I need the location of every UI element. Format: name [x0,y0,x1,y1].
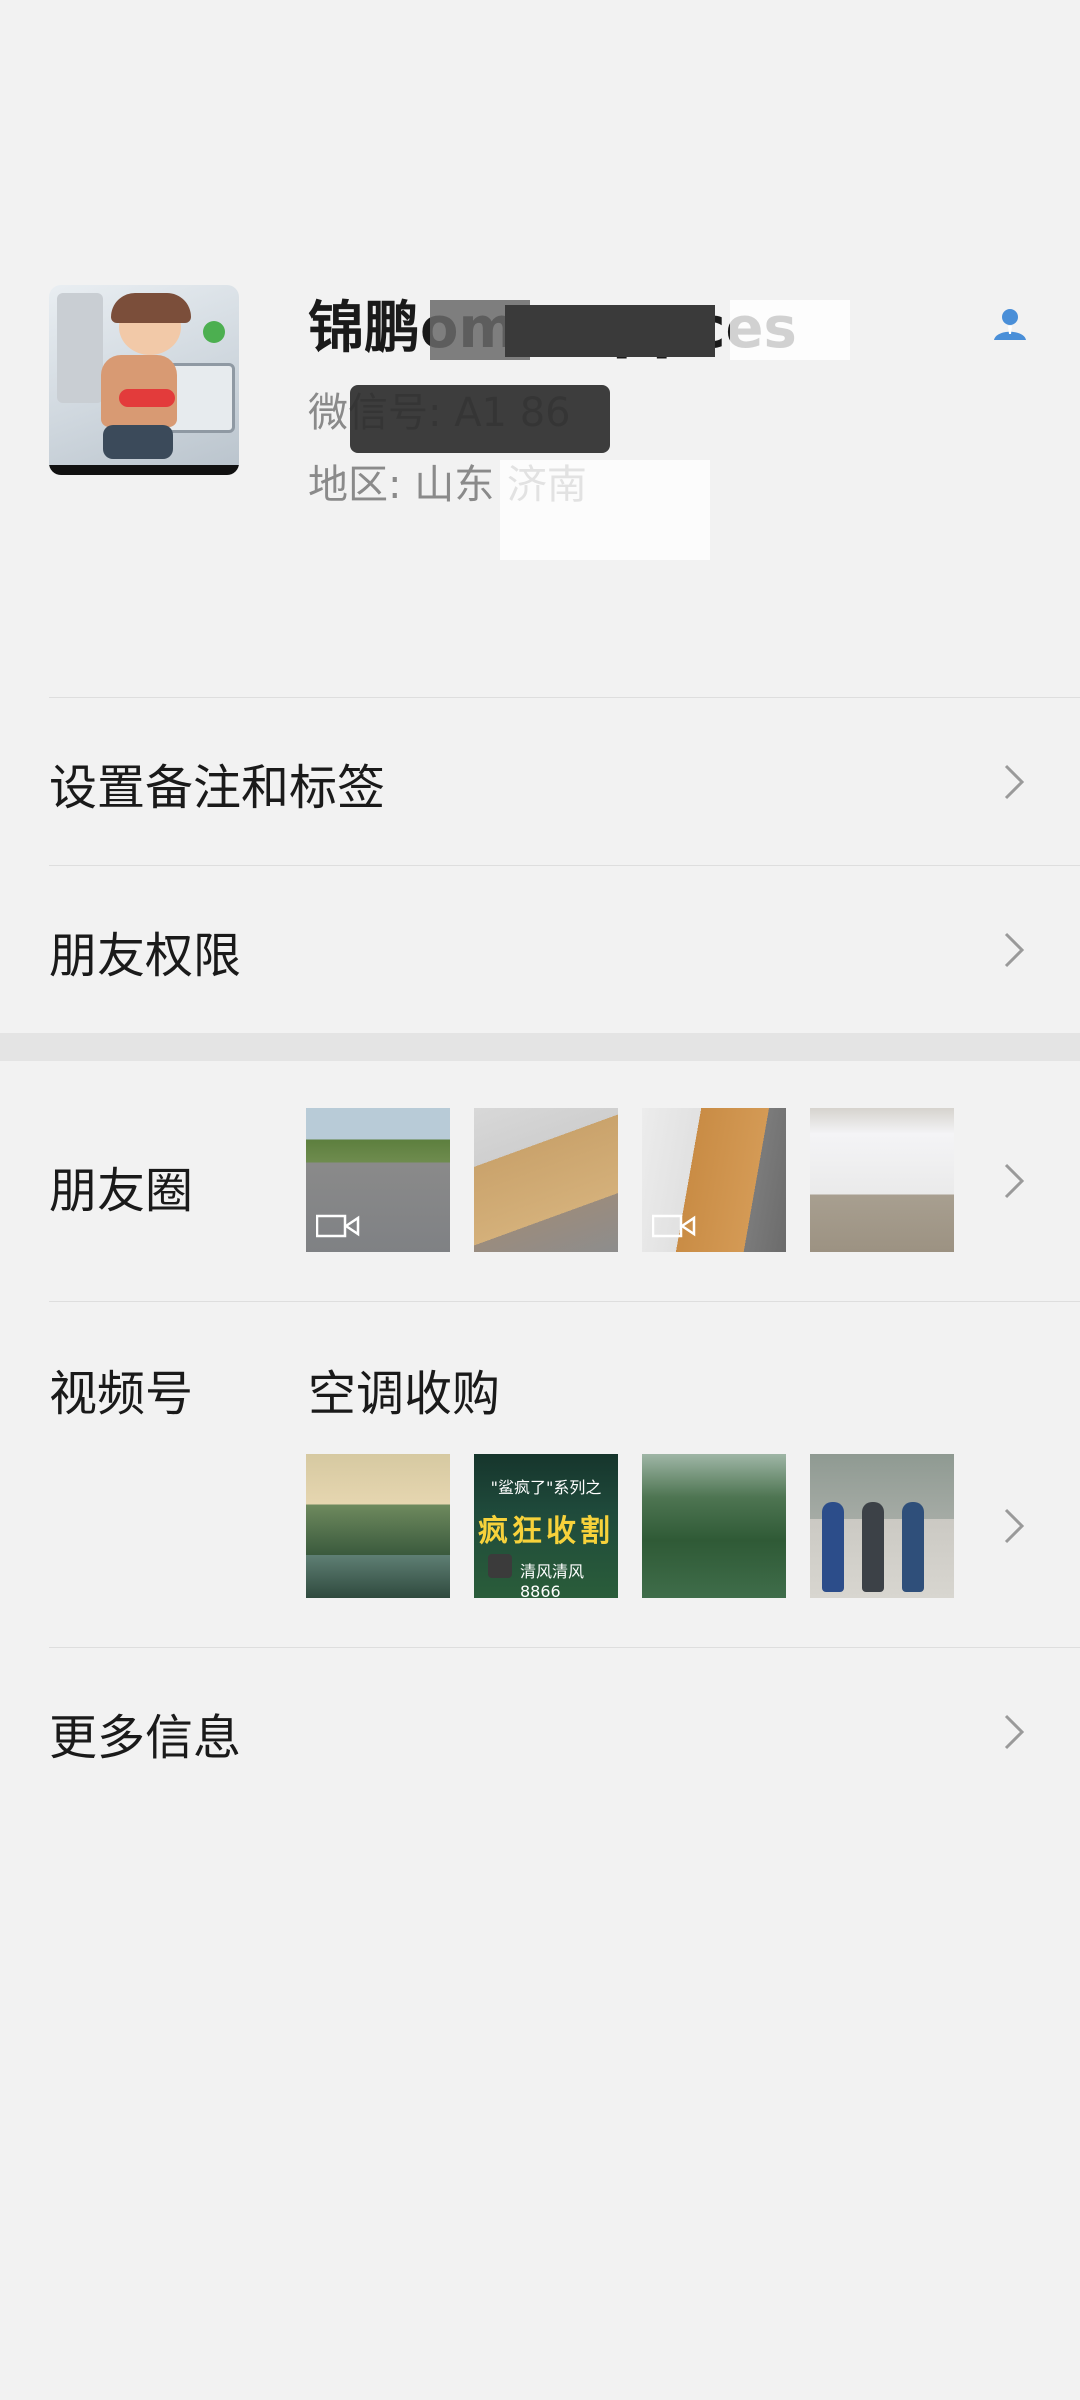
channels-thumb-footer: 清风清风8866 [520,1562,585,1598]
avatar-tag-shape [119,389,175,407]
moments-row[interactable]: 朋友圈 [0,1061,1080,1301]
person-icon[interactable] [990,304,1030,344]
video-camera-icon [652,1214,696,1238]
person-shape [822,1502,844,1592]
channels-row[interactable]: 视频号 空调收购 "鲨疯了"系列之 疯狂收割 清风清风8866 [0,1302,1080,1647]
section-gap [0,1033,1080,1061]
channels-label: 视频号 [49,1366,194,1422]
channels-thumb [306,1454,450,1598]
person-shape [902,1502,924,1592]
avatar[interactable] [49,285,239,475]
contact-profile-page: 锦鹏ome appces 微信号: A1 86 地区: 山东 济南 设置备注和标… [0,0,1080,2400]
chevron-right-icon [1004,932,1025,968]
moments-thumb [642,1108,786,1252]
chevron-right-icon [1004,1714,1025,1750]
friend-permissions-row[interactable]: 朋友权限 [0,866,1080,1033]
avatar-cap-shape [111,293,191,323]
channels-thumb-subtitle: "鲨疯了"系列之 [490,1478,602,1497]
channels-name: 空调收购 [308,1366,501,1422]
privacy-mask [505,305,715,357]
channels-thumb [642,1454,786,1598]
chevron-right-icon [1004,1508,1025,1544]
channels-thumb-title: 疯狂收割 [478,1514,614,1549]
privacy-mask [350,385,610,453]
video-camera-icon [316,1214,360,1238]
more-info-row[interactable]: 更多信息 [0,1648,1080,1815]
privacy-mask [730,300,850,360]
chevron-right-icon [1004,1163,1025,1199]
channels-thumb [810,1454,954,1598]
channels-thumb: "鲨疯了"系列之 疯狂收割 清风清风8866 [474,1454,618,1598]
moments-label: 朋友圈 [49,1163,194,1219]
avatar-badge-shape [203,321,225,343]
avatar-leg-shape [103,425,173,459]
set-remark-label: 设置备注和标签 [49,760,386,816]
avatar-bottom-bar [49,465,239,475]
privacy-mask [500,460,710,560]
game-logo-icon [488,1554,512,1578]
profile-header: 锦鹏ome appces 微信号: A1 86 地区: 山东 济南 [0,0,1080,695]
set-remark-row[interactable]: 设置备注和标签 [0,698,1080,865]
chevron-right-icon [1004,764,1025,800]
moments-thumb [474,1108,618,1252]
moments-thumb [810,1108,954,1252]
friend-permissions-label: 朋友权限 [49,928,242,984]
avatar-unit-shape [57,293,103,403]
moments-thumb [306,1108,450,1252]
more-info-label: 更多信息 [49,1710,242,1766]
person-shape [862,1502,884,1592]
